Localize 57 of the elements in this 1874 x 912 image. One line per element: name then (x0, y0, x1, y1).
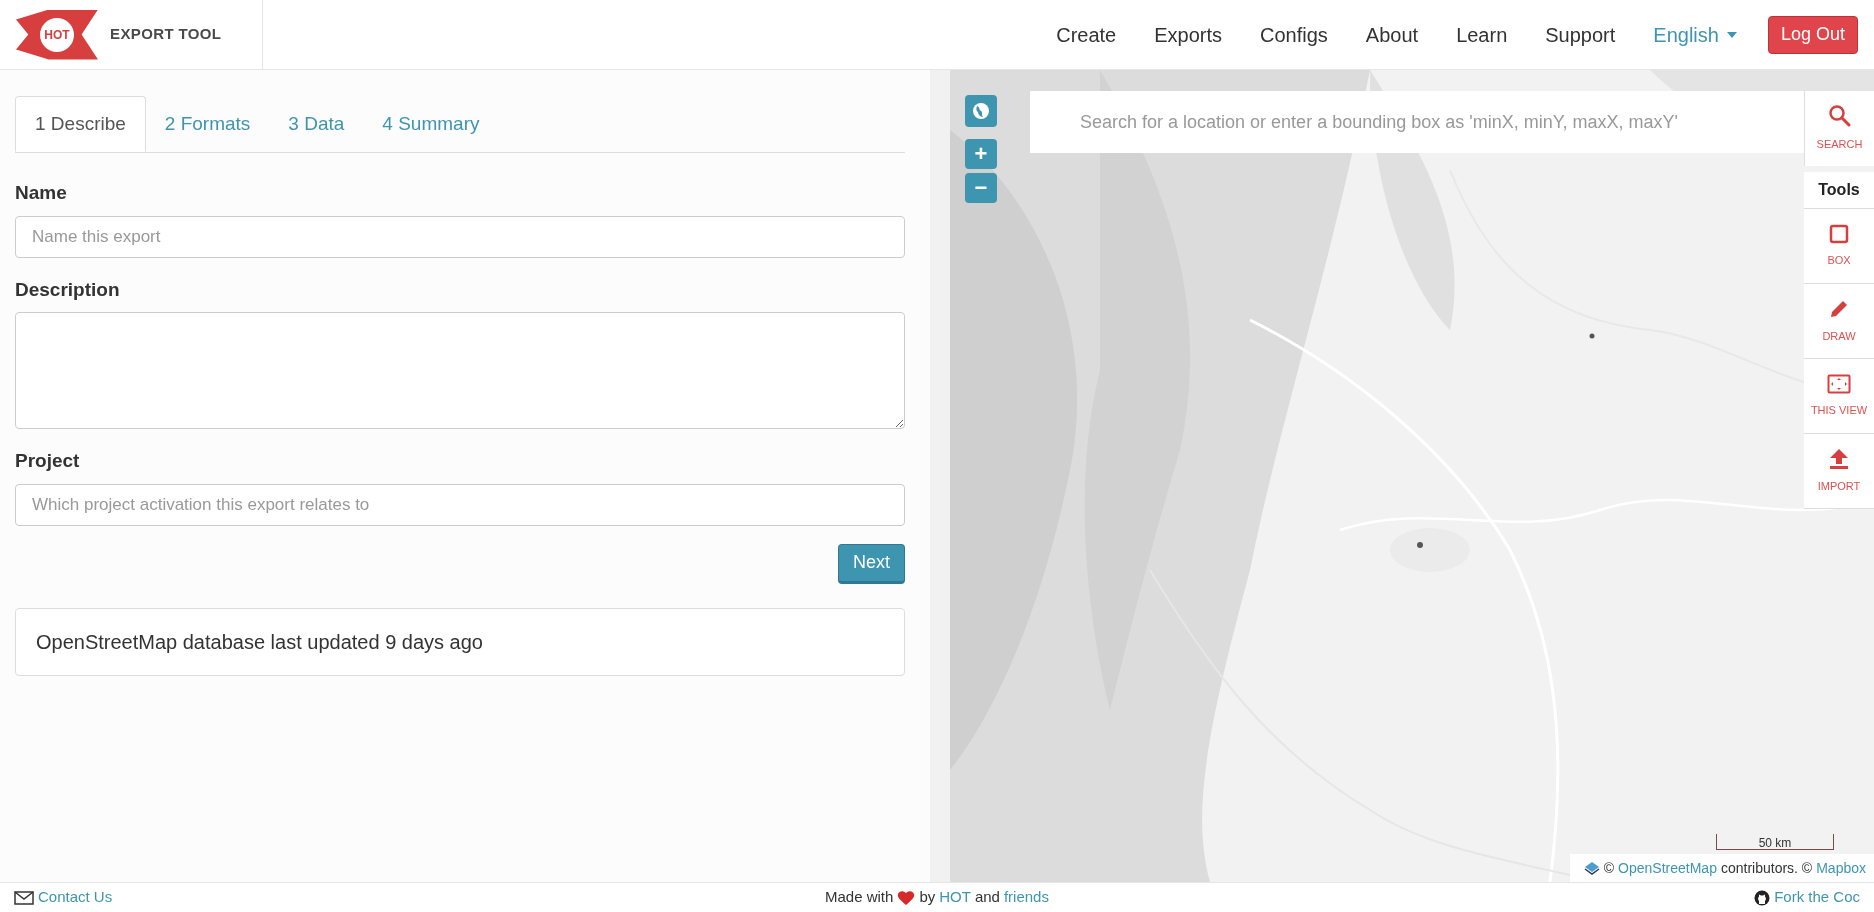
logo-icon[interactable]: HOT (16, 9, 98, 60)
heart-icon (897, 889, 916, 906)
globe-icon (972, 102, 990, 120)
next-button[interactable]: Next (838, 543, 905, 584)
nav-link[interactable]: Configs (1241, 19, 1347, 50)
zoom-in-button[interactable]: + (965, 139, 997, 169)
search-icon (1827, 104, 1852, 129)
github-icon (1754, 889, 1771, 906)
text-field[interactable]: Which project activation this export relates to (15, 483, 905, 526)
scrollbar[interactable] (930, 70, 950, 882)
map-tool-button[interactable]: THIS VIEW (1804, 359, 1874, 434)
contact-link[interactable]: Contact Us (38, 886, 113, 909)
zoom-out-button[interactable]: − (965, 173, 997, 203)
logout-button[interactable]: Log Out (1767, 15, 1858, 54)
friends-link[interactable]: friends (1003, 886, 1049, 909)
layers-icon (1583, 861, 1600, 875)
step-tab[interactable]: 3 Data (269, 96, 364, 152)
map-tool-button[interactable]: BOX (1804, 209, 1874, 284)
status-text: OpenStreetMap database last updated 9 days ago (36, 629, 483, 655)
globe-button[interactable] (965, 95, 997, 127)
mapbox-link[interactable]: Mapbox (1816, 857, 1866, 879)
hot-link[interactable]: HOT (939, 886, 971, 909)
osm-link[interactable]: OpenStreetMap (1618, 857, 1717, 879)
nav-link[interactable]: Learn (1437, 19, 1527, 50)
brand-name[interactable]: EXPORT TOOL (110, 23, 222, 46)
field-label: Description (15, 277, 121, 302)
description-field[interactable] (15, 312, 905, 429)
fork-link[interactable]: Fork the Coc (1774, 886, 1860, 909)
language-dropdown[interactable]: English (1634, 19, 1756, 50)
nav-link[interactable]: Support (1526, 19, 1635, 50)
attribution-text: contributors. © (1720, 858, 1813, 878)
footer-text: by (919, 887, 936, 908)
upload-icon (1829, 447, 1849, 470)
attribution-text: © (1603, 858, 1615, 878)
logo-text: HOT (40, 17, 74, 52)
map[interactable]: + − Search for a location or enter a bounding box as 'minX, minY, maxX, maxY' SEARCH Tools BOX DRAW THIS VIEW IMPORT 50 km © OpenStreetMap contributors. © Mapbox (950, 70, 1874, 882)
square-icon (1829, 223, 1849, 244)
step-tab[interactable]: 4 Summary (363, 96, 499, 152)
field-label: Project (15, 449, 81, 473)
text-field[interactable]: Name this export (15, 215, 905, 258)
search-tool-button[interactable]: SEARCH (1804, 91, 1874, 166)
nav-link[interactable]: Create (1037, 19, 1136, 50)
scale-bar: 50 km (1716, 834, 1834, 850)
footer-text: and (974, 887, 1000, 908)
step-tab[interactable]: 1 Describe (15, 96, 146, 152)
footer-text: Made with (825, 887, 894, 908)
mail-icon (14, 890, 34, 905)
nav-link[interactable]: Exports (1135, 19, 1242, 50)
map-tool-button[interactable]: DRAW (1804, 284, 1874, 359)
field-label: Name (15, 181, 68, 205)
map-tool-button[interactable]: IMPORT (1804, 434, 1874, 509)
fit-view-icon (1827, 373, 1851, 394)
location-search-field[interactable]: Search for a location or enter a bounding box as 'minX, minY, maxX, maxY' (1030, 91, 1804, 153)
step-tab[interactable]: 2 Formats (145, 96, 270, 152)
tools-heading: Tools (1804, 172, 1874, 209)
nav-link[interactable]: About (1346, 19, 1438, 50)
caret-icon (1726, 31, 1737, 38)
